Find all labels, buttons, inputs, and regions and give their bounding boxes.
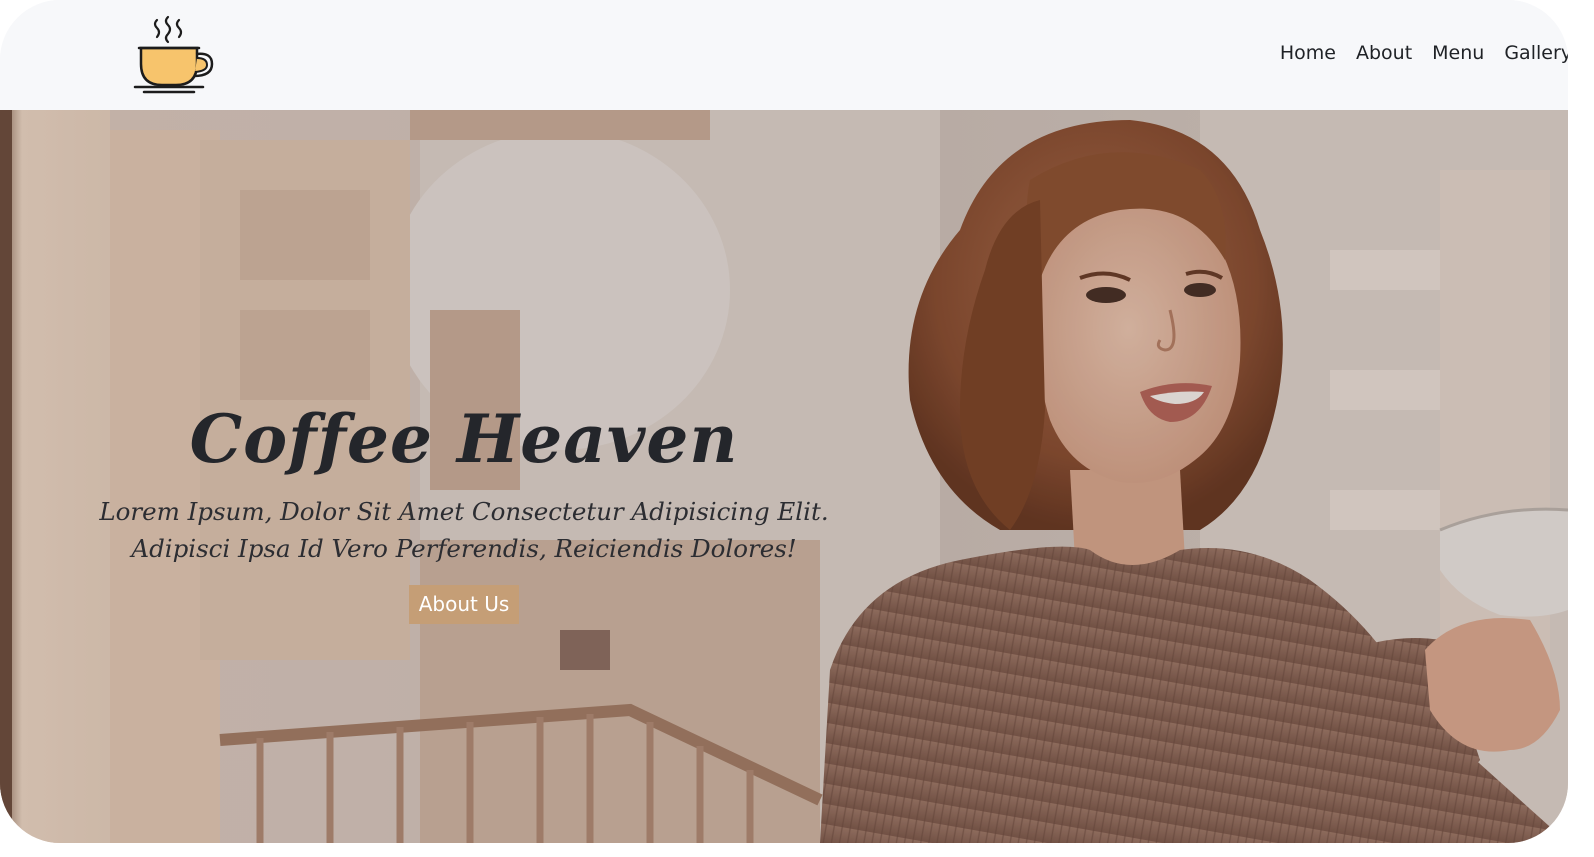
- hero-subtitle-line2: Adipisci Ipsa Id Vero Perferendis, Reici…: [131, 534, 797, 563]
- navbar: Home About Menu Gallery: [0, 0, 1568, 110]
- nav-link-about[interactable]: About: [1356, 42, 1412, 64]
- nav-link-home[interactable]: Home: [1280, 42, 1336, 64]
- hero-section: Coffee Heaven Lorem Ipsum, Dolor Sit Ame…: [0, 110, 1568, 843]
- hero-title: Coffee Heaven: [189, 400, 739, 478]
- hero-subtitle: Lorem Ipsum, Dolor Sit Amet Consectetur …: [0, 493, 928, 567]
- nav-menu: Home About Menu Gallery: [1280, 42, 1568, 64]
- page-frame: Home About Menu Gallery Coffee Heaven Lo…: [0, 0, 1568, 843]
- about-us-button[interactable]: About Us: [409, 585, 519, 624]
- hero-subtitle-line1: Lorem Ipsum, Dolor Sit Amet Consectetur …: [99, 497, 829, 526]
- nav-link-menu[interactable]: Menu: [1432, 42, 1484, 64]
- coffee-cup-icon[interactable]: [130, 14, 220, 96]
- nav-link-gallery[interactable]: Gallery: [1504, 42, 1568, 64]
